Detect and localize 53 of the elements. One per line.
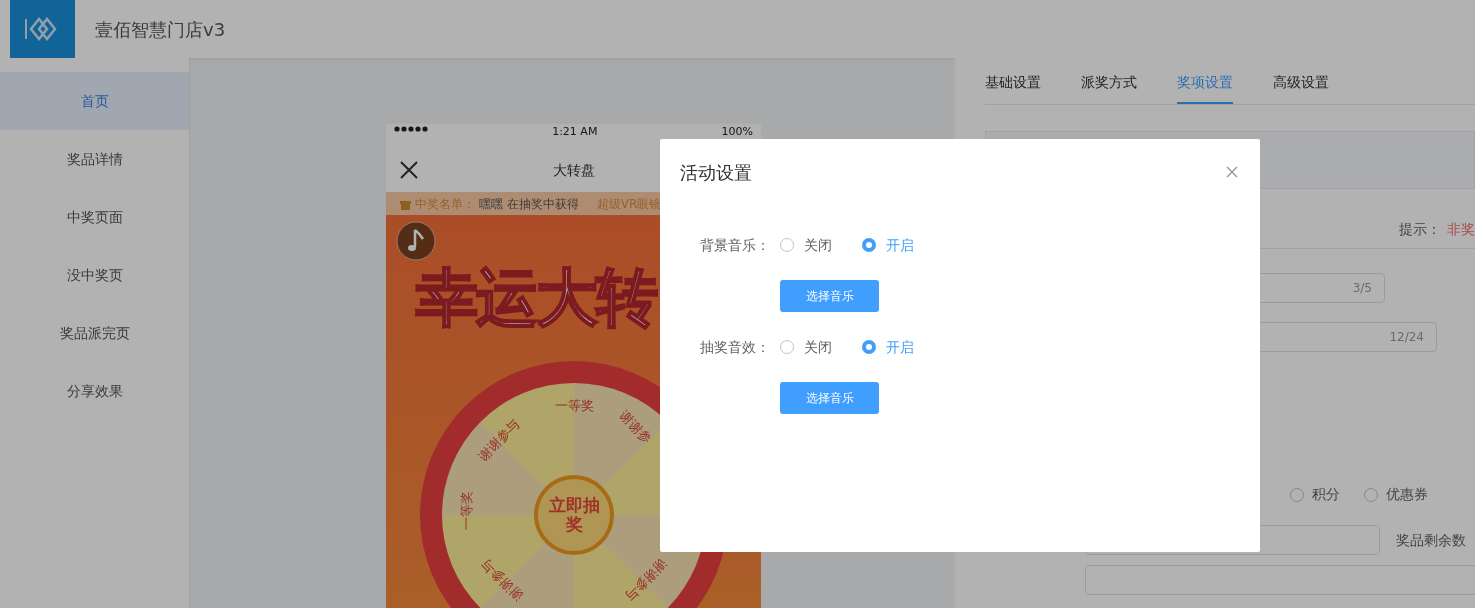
dialog-title: 活动设置 <box>680 161 752 185</box>
radio-button[interactable] <box>780 340 794 354</box>
settings-tab[interactable]: 高级设置 <box>1273 72 1329 104</box>
winner-text: 嘿嘿 在抽奖中获得 <box>479 195 579 213</box>
wheel-label: 谢谢参与 <box>479 557 525 603</box>
logo-icon <box>10 0 75 58</box>
sidebar-item[interactable]: 奖品详情 <box>0 130 189 188</box>
radio-label: 关闭 <box>804 337 832 357</box>
page-title: 大转盘 <box>552 160 595 180</box>
remaining-label: 奖品剩余数 <box>1396 530 1466 550</box>
sidebar-item[interactable]: 奖品派完页 <box>0 304 189 362</box>
radio-button[interactable] <box>862 238 876 252</box>
radio-label: 开启 <box>886 235 914 255</box>
char-counter: 12/24 <box>1389 329 1424 346</box>
radio-button[interactable] <box>1364 487 1378 502</box>
music-note-icon[interactable] <box>396 221 436 261</box>
wheel-label: 一等奖 <box>554 398 594 412</box>
hint-text: 非奖 <box>1447 220 1475 239</box>
close-icon <box>1226 166 1238 178</box>
radio-button[interactable] <box>780 238 794 252</box>
radio-option[interactable]: 关闭 <box>780 234 832 256</box>
radio-label: 关闭 <box>804 235 832 255</box>
radio-label: 积分 <box>1312 485 1340 504</box>
radio-label: 开启 <box>886 337 914 357</box>
settings-tab[interactable]: 基础设置 <box>985 72 1041 104</box>
radio-button[interactable] <box>1290 487 1304 502</box>
hint-label: 提示： <box>1399 220 1441 239</box>
settings-tab[interactable]: 派奖方式 <box>1081 72 1137 104</box>
wheel-label: 谢谢参与 <box>623 557 669 603</box>
sidebar-item[interactable]: 中奖页面 <box>0 188 189 246</box>
sidebar-item[interactable]: 首页 <box>0 72 189 130</box>
wheel-label: 谢谢参 <box>617 408 655 446</box>
sidebar-item[interactable]: 分享效果 <box>0 362 189 420</box>
text-field[interactable] <box>1085 565 1475 595</box>
setting-label: 抽奖音效： <box>700 337 771 357</box>
status-time: 1:21 AM <box>552 126 598 137</box>
setting-label: 背景音乐： <box>700 235 771 255</box>
wheel-label: 谢谢参与 <box>476 417 522 463</box>
radio-option[interactable]: 开启 <box>862 234 914 256</box>
poster-title: 幸运大转 <box>416 260 656 336</box>
sidebar-item[interactable]: 没中奖页 <box>0 246 189 304</box>
radio-button[interactable] <box>862 340 876 354</box>
char-counter: 3/5 <box>1352 280 1372 297</box>
signal-icon <box>394 126 428 132</box>
close-icon[interactable] <box>400 161 418 179</box>
wheel-label: 一等奖 <box>459 490 473 530</box>
prize-name: 超级VR眼镜 <box>596 195 662 213</box>
app-title: 壹佰智慧门店v3 <box>95 17 226 42</box>
radio-label: 优惠券 <box>1386 485 1428 504</box>
radio-option[interactable]: 关闭 <box>780 336 832 358</box>
winner-list-label: 中奖名单： <box>415 195 475 213</box>
battery-level: 100% <box>721 126 753 137</box>
radio-option[interactable]: 开启 <box>862 336 914 358</box>
